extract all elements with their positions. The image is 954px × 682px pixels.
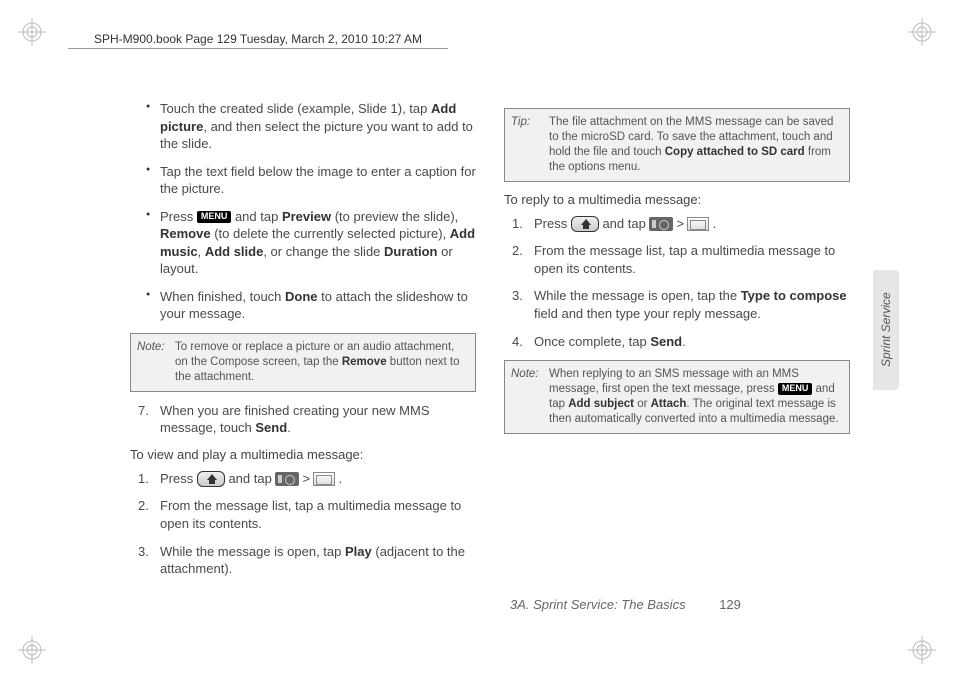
text: (to preview the slide), — [331, 209, 458, 224]
bold-text: Add slide — [205, 244, 264, 259]
text: From the message list, tap a multimedia … — [534, 243, 835, 276]
messaging-icon — [313, 472, 335, 486]
app-drawer-icon — [649, 217, 673, 231]
text: Press — [160, 209, 197, 224]
step-number: 1. — [512, 215, 523, 233]
left-column: Touch the created slide (example, Slide … — [130, 100, 476, 588]
bold-text: Duration — [384, 244, 437, 259]
text: . — [287, 420, 291, 435]
text: field and then type your reply message. — [534, 306, 761, 321]
text: Press — [534, 216, 571, 231]
side-tab: Sprint Service — [873, 270, 899, 390]
chevron-right-icon: > — [676, 216, 684, 231]
text: and tap — [599, 216, 650, 231]
note-box: Note: When replying to an SMS message wi… — [504, 360, 850, 434]
crop-mark-icon — [18, 18, 46, 46]
menu-key-icon: MENU — [778, 383, 813, 395]
text: While the message is open, tap — [160, 544, 345, 559]
crop-mark-icon — [908, 636, 936, 664]
text: , and then select the picture you want t… — [160, 119, 473, 152]
list-item: 1.Press and tap > . — [534, 215, 850, 233]
bold-text: Preview — [282, 209, 331, 224]
home-icon — [197, 471, 225, 487]
text: Touch the created slide (example, Slide … — [160, 101, 431, 116]
step-list: 7. When you are finished creating your ne… — [130, 402, 476, 437]
subheading: To view and play a multimedia message: — [130, 447, 476, 462]
view-steps: 1.Press and tap > . 2.From the message l… — [130, 470, 476, 578]
list-item: 7.When you are finished creating your ne… — [160, 402, 476, 437]
subheading: To reply to a multimedia message: — [504, 192, 850, 207]
page-body: Touch the created slide (example, Slide … — [130, 100, 850, 588]
bold-text: Add subject — [568, 398, 634, 410]
text: . — [682, 334, 686, 349]
step-number: 7. — [138, 402, 149, 420]
list-item: Press MENU and tap Preview (to preview t… — [160, 208, 476, 278]
slide-bullets: Touch the created slide (example, Slide … — [130, 100, 476, 323]
text: (to delete the currently selected pictur… — [211, 226, 450, 241]
text: , or change the slide — [263, 244, 384, 259]
crop-mark-icon — [18, 636, 46, 664]
step-number: 1. — [138, 470, 149, 488]
reply-steps: 1.Press and tap > . 2.From the message l… — [504, 215, 850, 350]
text: or — [634, 398, 651, 410]
list-item: 1.Press and tap > . — [160, 470, 476, 488]
step-number: 2. — [512, 242, 523, 260]
bold-text: Type to compose — [741, 288, 847, 303]
crop-mark-icon — [908, 18, 936, 46]
bold-text: Copy attached to SD card — [665, 146, 805, 158]
list-item: Tap the text field below the image to en… — [160, 163, 476, 198]
text: While the message is open, tap the — [534, 288, 741, 303]
list-item: When finished, touch Done to attach the … — [160, 288, 476, 323]
text: When finished, touch — [160, 289, 285, 304]
text: and tap — [231, 209, 282, 224]
step-number: 2. — [138, 497, 149, 515]
list-item: 3.While the message is open, tap Play (a… — [160, 543, 476, 578]
bold-text: Done — [285, 289, 318, 304]
note-box: Note: To remove or replace a picture or … — [130, 333, 476, 392]
bold-text: Play — [345, 544, 372, 559]
section-title: 3A. Sprint Service: The Basics — [510, 597, 686, 612]
text: Once complete, tap — [534, 334, 650, 349]
bold-text: Send — [255, 420, 287, 435]
list-item: Touch the created slide (example, Slide … — [160, 100, 476, 153]
list-item: 3.While the message is open, tap the Typ… — [534, 287, 850, 322]
menu-key-icon: MENU — [197, 211, 232, 223]
chevron-right-icon: > — [302, 471, 310, 486]
text: and tap — [225, 471, 276, 486]
text: , — [198, 244, 205, 259]
home-icon — [571, 216, 599, 232]
header-line: SPH-M900.book Page 129 Tuesday, March 2,… — [68, 32, 448, 49]
bold-text: Send — [650, 334, 682, 349]
text: . — [335, 471, 342, 486]
app-drawer-icon — [275, 472, 299, 486]
page-number: 129 — [719, 597, 741, 612]
list-item: 2.From the message list, tap a multimedi… — [534, 242, 850, 277]
list-item: 2.From the message list, tap a multimedi… — [160, 497, 476, 532]
note-label: Note: — [511, 367, 539, 382]
step-number: 3. — [138, 543, 149, 561]
text: . — [709, 216, 716, 231]
messaging-icon — [687, 217, 709, 231]
note-label: Note: — [137, 340, 165, 355]
text: From the message list, tap a multimedia … — [160, 498, 461, 531]
step-number: 4. — [512, 333, 523, 351]
list-item: 4.Once complete, tap Send. — [534, 333, 850, 351]
step-number: 3. — [512, 287, 523, 305]
text: When you are finished creating your new … — [160, 403, 430, 436]
tip-box: Tip: The file attachment on the MMS mess… — [504, 108, 850, 182]
bold-text: Remove — [160, 226, 211, 241]
right-column: Tip: The file attachment on the MMS mess… — [504, 100, 850, 588]
text: When replying to an SMS message with an … — [549, 368, 799, 395]
tip-label: Tip: — [511, 115, 530, 130]
bold-text: Attach — [651, 398, 687, 410]
bold-text: Remove — [342, 356, 387, 368]
text: Press — [160, 471, 197, 486]
page-footer: 3A. Sprint Service: The Basics 129 — [510, 597, 741, 612]
